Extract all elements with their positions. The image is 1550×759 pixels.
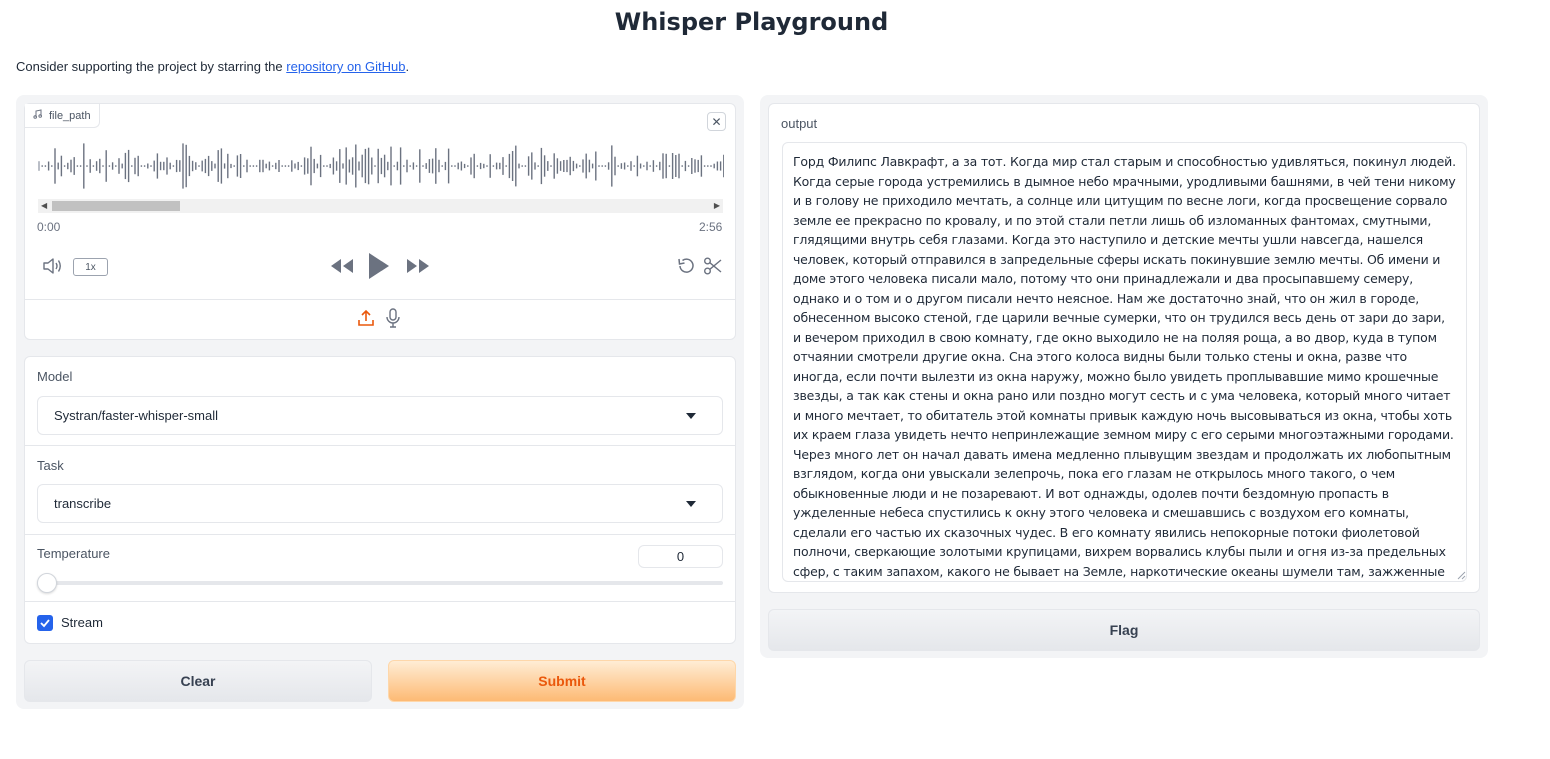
audio-divider [25,299,735,300]
scroll-left-icon[interactable]: ◀ [41,201,47,210]
play-icon [368,252,390,283]
music-note-icon [33,109,43,122]
upload-button[interactable] [356,308,376,330]
model-label: Model [37,369,73,384]
resize-grip-icon[interactable] [1456,570,1466,580]
temperature-slider[interactable] [38,581,723,585]
clear-audio-button[interactable]: ✕ [707,112,726,131]
audio-component [24,103,736,340]
time-end: 2:56 [699,220,723,234]
output-label: output [781,116,818,131]
fast-forward-icon [406,258,430,277]
audio-label-text: file_path [49,109,91,122]
checkmark-icon [40,619,50,628]
submit-button[interactable]: Submit [388,660,736,702]
page-title: Whisper Playground [614,8,889,36]
upload-icon [357,309,375,330]
output-textarea[interactable]: Горд Филипс Лавкрафт, а за тот. Когда ми… [782,142,1467,582]
model-value: Systran/faster-whisper-small [54,408,218,423]
flag-button[interactable]: Flag [768,609,1480,651]
undo-button[interactable] [675,256,697,278]
volume-icon [42,257,64,278]
stream-checkbox[interactable] [37,615,53,631]
options-divider-3 [25,601,735,602]
temperature-slider-thumb[interactable] [37,573,57,593]
playback-rate-button[interactable]: 1x [73,258,108,276]
temperature-input[interactable]: 0 [638,545,723,568]
intro-prefix: Consider supporting the project by starr… [16,59,287,74]
scissors-icon [703,256,723,279]
chevron-down-icon [686,500,696,507]
intro-text: Consider supporting the project by starr… [16,59,409,74]
trim-button[interactable] [702,256,724,278]
stream-label: Stream [61,615,103,630]
microphone-icon [385,307,401,331]
scroll-right-icon[interactable]: ▶ [714,201,720,210]
time-start: 0:00 [37,220,61,234]
record-button[interactable] [383,307,403,331]
clear-button[interactable]: Clear [24,660,372,702]
rewind-icon [330,258,354,277]
task-value: transcribe [54,496,112,511]
scroll-thumb[interactable] [52,201,180,211]
close-icon: ✕ [711,114,722,129]
waveform-scrollbar[interactable]: ◀ ▶ [38,199,723,213]
intro-suffix: . [405,59,410,74]
chevron-down-icon [686,412,696,419]
task-dropdown[interactable]: transcribe [37,484,723,523]
play-button[interactable] [366,252,392,282]
volume-button[interactable] [41,256,65,278]
options-divider-2 [25,534,735,535]
audio-waveform[interactable] [38,140,724,192]
model-dropdown[interactable]: Systran/faster-whisper-small [37,396,723,435]
github-link[interactable]: repository on GitHub [286,59,405,74]
options-divider-1 [25,445,735,446]
fast-forward-button[interactable] [405,256,431,278]
rewind-button[interactable] [329,256,355,278]
task-label: Task [37,458,64,473]
temperature-label: Temperature [37,546,110,561]
undo-icon [676,256,696,279]
audio-label: file_path [25,104,100,128]
